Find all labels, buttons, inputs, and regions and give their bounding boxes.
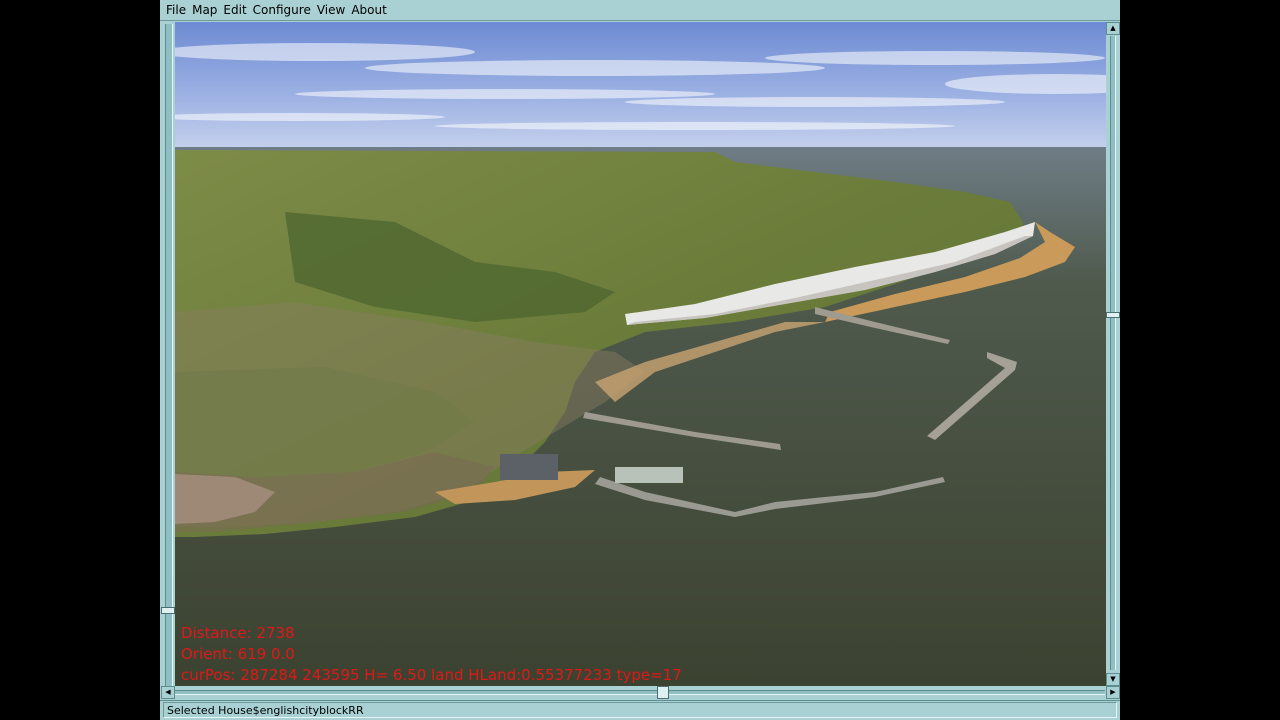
- hud-curpos: curPos: 287284 243595 H= 6.50 land HLand…: [181, 666, 682, 684]
- menu-edit[interactable]: Edit: [220, 0, 249, 20]
- terrain-scene: [175, 22, 1106, 686]
- harbour-building: [500, 454, 558, 480]
- left-slider[interactable]: [160, 22, 175, 698]
- left-slider-thumb[interactable]: [161, 607, 175, 614]
- status-text: Selected House$englishcityblockRR: [163, 702, 1117, 718]
- status-bar: Selected House$englishcityblockRR: [160, 700, 1120, 720]
- vertical-scroll-thumb[interactable]: [1106, 312, 1120, 318]
- menu-view[interactable]: View: [314, 0, 348, 20]
- 3d-terrain-viewport[interactable]: Distance: 2738 Orient: 619 0.0 curPos: 2…: [175, 22, 1106, 686]
- hud-overlay: Distance: 2738 Orient: 619 0.0 curPos: 2…: [181, 623, 682, 686]
- scroll-down-button[interactable]: ▼: [1106, 673, 1120, 686]
- hud-distance: Distance: 2738: [181, 624, 295, 642]
- menubar: File Map Edit Configure View About: [160, 0, 1120, 21]
- menu-about[interactable]: About: [348, 0, 389, 20]
- menu-file[interactable]: File: [163, 0, 189, 20]
- menu-configure[interactable]: Configure: [250, 0, 314, 20]
- scroll-up-button[interactable]: ▲: [1106, 22, 1120, 35]
- menu-map[interactable]: Map: [189, 0, 220, 20]
- horizontal-scroll-thumb[interactable]: [657, 686, 669, 699]
- harbour-terminal: [615, 467, 683, 483]
- app-window: File Map Edit Configure View About Dista…: [160, 0, 1120, 720]
- hud-orient: Orient: 619 0.0: [181, 645, 295, 663]
- horizontal-scroll-track[interactable]: [175, 690, 1105, 695]
- scroll-right-button[interactable]: ▶: [1106, 686, 1120, 699]
- vertical-scrollbar[interactable]: ▲ ▼: [1106, 22, 1120, 686]
- scroll-left-button[interactable]: ◀: [161, 686, 175, 699]
- left-slider-track[interactable]: [165, 24, 173, 694]
- horizontal-scrollbar[interactable]: ◀ ▶: [160, 686, 1120, 699]
- vertical-scroll-track[interactable]: [1110, 36, 1116, 670]
